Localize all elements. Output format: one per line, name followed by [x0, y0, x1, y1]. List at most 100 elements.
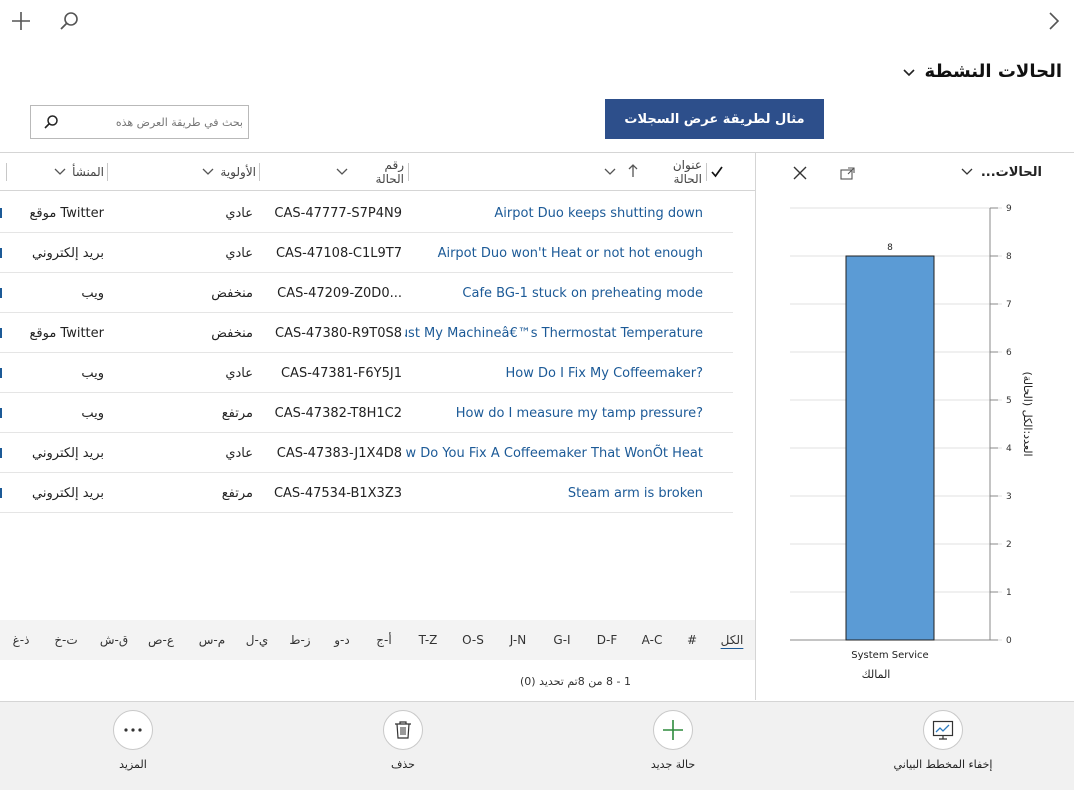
table-row[interactable]: How do I measure my tamp pressure? CAS-4…: [0, 393, 733, 433]
row-edge-marker: [0, 473, 3, 513]
search-icon[interactable]: [56, 8, 82, 34]
row-edge-marker: [0, 313, 3, 353]
row-edge-marker: [0, 273, 3, 313]
case-number-cell: CAS-47381-F6Y5J1: [280, 365, 402, 381]
y-tick-label: 9: [1006, 204, 1012, 214]
case-number-cell: CAS-47382-T8H1C2: [274, 405, 402, 421]
popout-icon[interactable]: [838, 163, 858, 183]
alpha-filter[interactable]: ز-ط: [282, 620, 318, 660]
origin-cell: ويب: [81, 405, 104, 421]
alpha-filter[interactable]: ع-ص: [141, 620, 181, 660]
chevron-down-icon: [604, 165, 616, 179]
chart-icon: [923, 710, 963, 750]
priority-cell: عادي: [225, 365, 253, 381]
case-number-cell: CAS-47380-R9T0S8: [275, 325, 402, 341]
data-label: 8: [887, 243, 893, 253]
table-row[interactable]: Airpot Duo keeps shutting down CAS-47777…: [0, 193, 733, 233]
alpha-filter[interactable]: J-N: [500, 620, 536, 660]
command-bar: إخفاء المخطط البياني حالة جديد حذف المزي…: [0, 701, 1074, 790]
chevron-down-icon: [336, 165, 348, 179]
chevron-down-icon: [54, 165, 66, 179]
origin-cell: ويب: [81, 285, 104, 301]
case-title-link[interactable]: Airpot Duo won't Heat or not hot enough: [405, 233, 703, 273]
alpha-filter[interactable]: T-Z: [410, 620, 446, 660]
case-title-link[interactable]: Steam arm is broken: [405, 473, 703, 513]
close-icon[interactable]: [790, 163, 810, 183]
y-tick-label: 5: [1006, 396, 1012, 406]
table-row[interactable]: ljust My Machineâ€™s Thermostat Temperat…: [0, 313, 733, 353]
origin-cell: موقع Twitter: [29, 325, 104, 341]
alpha-filter-all[interactable]: الكل: [715, 620, 749, 660]
origin-cell: موقع Twitter: [29, 205, 104, 221]
hide-chart-button[interactable]: إخفاء المخطط البياني: [873, 710, 1013, 771]
plus-icon: [653, 710, 693, 750]
bar: [845, 255, 935, 641]
column-separator: [6, 163, 7, 181]
plus-icon[interactable]: [8, 8, 34, 34]
alpha-filter[interactable]: م-س: [193, 620, 231, 660]
y-tick-label: 3: [1006, 492, 1012, 502]
alpha-filter[interactable]: ذ-غ: [2, 620, 40, 660]
column-header-priority[interactable]: الأولوية: [196, 153, 256, 191]
chart-panel-header: الحالات...: [756, 153, 1074, 191]
priority-cell: منخفض: [211, 325, 253, 341]
case-title-link[interactable]: ow Do You Fix A Coffeemaker That WonÕt H…: [405, 433, 703, 473]
case-number-cell: CAS-47534-B1X3Z3: [273, 485, 402, 501]
table-row[interactable]: Steam arm is broken CAS-47534-B1X3Z3 مرت…: [0, 473, 733, 513]
alpha-filter[interactable]: ي-ل: [239, 620, 275, 660]
record-count-status: 1 - 8 من 8تم تحديد (0): [520, 674, 631, 688]
case-title-link[interactable]: How do I measure my tamp pressure?: [405, 393, 703, 433]
priority-cell: منخفض: [211, 285, 253, 301]
search-input[interactable]: [63, 112, 243, 132]
y-tick-label: 4: [1006, 444, 1012, 454]
table-row[interactable]: Airpot Duo won't Heat or not hot enough …: [0, 233, 733, 273]
case-number-cell: CAS-47383-J1X4D8: [276, 445, 402, 461]
column-header-case-number[interactable]: رقم الحالة: [336, 153, 404, 191]
priority-cell: مرتفع: [221, 485, 253, 501]
search-icon[interactable]: [43, 114, 59, 134]
case-title-link[interactable]: Cafe BG-1 stuck on preheating mode: [405, 273, 703, 313]
alpha-filter[interactable]: D-F: [589, 620, 625, 660]
case-number-cell: CAS-47209-Z0D0...: [277, 285, 402, 301]
column-header-case-title[interactable]: عنوان الحالة: [604, 153, 702, 191]
case-title-link[interactable]: ljust My Machineâ€™s Thermostat Temperat…: [405, 313, 703, 353]
alpha-filter[interactable]: ت-خ: [46, 620, 86, 660]
delete-button[interactable]: حذف: [333, 710, 473, 771]
chevron-right-icon[interactable]: [1042, 8, 1066, 34]
view-title: الحالات النشطة: [924, 60, 1062, 82]
alpha-filter[interactable]: A-C: [634, 620, 670, 660]
column-separator: [107, 163, 108, 181]
alpha-filter[interactable]: أ-ج: [366, 620, 402, 660]
y-tick-label: 7: [1006, 300, 1012, 310]
table-row[interactable]: How Do I Fix My Coffeemaker? CAS-47381-F…: [0, 353, 733, 393]
more-button[interactable]: المزيد: [63, 710, 203, 771]
x-tick-label: System Service: [851, 650, 928, 661]
bar-chart: 0 1 2 3 4 5 6 7 8 9 8 System Service المالك العدد:الك…: [790, 204, 1034, 681]
case-number-cell: CAS-47108-C1L9T7: [275, 245, 402, 261]
trash-icon: [383, 710, 423, 750]
chevron-down-icon: [902, 62, 915, 81]
table-row[interactable]: Cafe BG-1 stuck on preheating mode CAS-4…: [0, 273, 733, 313]
case-title-link[interactable]: Airpot Duo keeps shutting down: [405, 193, 703, 233]
alpha-filter[interactable]: G-I: [544, 620, 580, 660]
column-separator: [408, 163, 409, 181]
chart-selector[interactable]: الحالات...: [961, 153, 1042, 191]
y-tick-label: 2: [1006, 540, 1012, 550]
more-icon: [113, 710, 153, 750]
alpha-filter[interactable]: O-S: [455, 620, 491, 660]
chart-title: الحالات...: [980, 164, 1042, 180]
table-row[interactable]: ow Do You Fix A Coffeemaker That WonÕt H…: [0, 433, 733, 473]
column-header-origin[interactable]: المنشأ: [52, 153, 104, 191]
alpha-filter[interactable]: #: [677, 620, 707, 660]
view-selector[interactable]: الحالات النشطة: [902, 56, 1062, 86]
callout-banner: مثال لطريقة عرض السجلات: [605, 99, 824, 139]
y-tick-label: 8: [1006, 252, 1012, 262]
alpha-filter[interactable]: ق-ش: [94, 620, 134, 660]
case-number-cell: CAS-47777-S7P4N9: [274, 205, 402, 221]
column-separator: [706, 163, 707, 181]
new-case-button[interactable]: حالة جديد: [603, 710, 743, 771]
origin-cell: بريد إلكتروني: [32, 245, 104, 261]
alpha-filter[interactable]: د-و: [324, 620, 360, 660]
select-all-checkmark-icon[interactable]: [710, 164, 724, 183]
case-title-link[interactable]: How Do I Fix My Coffeemaker?: [405, 353, 704, 393]
